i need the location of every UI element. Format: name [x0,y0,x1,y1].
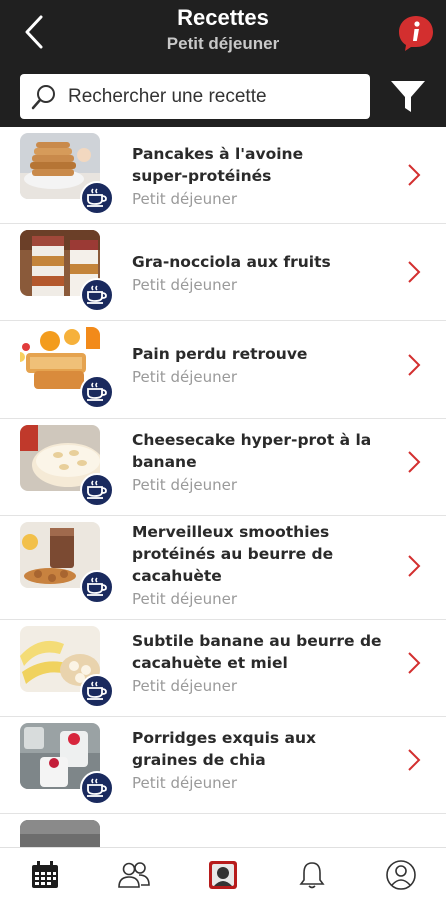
recipe-title: Subtile banane au beurre de cacahuète et … [132,632,382,672]
filter-icon [391,80,425,112]
chevron-right-icon[interactable] [404,553,424,579]
chevron-right-icon[interactable] [404,449,424,475]
breakfast-badge [80,375,114,409]
breakfast-badge [80,674,114,708]
recipe-text: Subtile banane au beurre de cacahuète et … [132,630,392,697]
user-icon [385,859,416,890]
page-subtitle: Petit déjeuner [166,34,280,53]
filter-button[interactable] [385,74,431,119]
list-item[interactable]: Merveilleux smoothies protéinés au beurre… [0,516,446,620]
coffee-cup-icon [87,188,107,207]
recipe-category: Petit déjeuner [132,368,237,386]
recipe-category: Petit déjeuner [132,276,237,294]
recipe-title: Gra-nocciola aux fruits [132,253,331,271]
bell-icon [298,861,325,888]
search-bar [20,74,370,119]
logo-icon [208,860,237,889]
list-item[interactable] [0,814,446,847]
recipe-title: Pain perdu retrouve [132,345,308,363]
recipe-category: Petit déjeuner [132,476,237,494]
breakfast-badge [80,570,114,604]
tab-home[interactable] [178,848,267,900]
recipe-category: Petit déjeuner [132,677,237,695]
recipe-category: Petit déjeuner [132,590,237,608]
coffee-cup-icon [87,285,107,304]
chevron-right-icon[interactable] [404,259,424,285]
coffee-cup-icon [87,480,107,499]
recipe-text: Gra-nocciola aux fruits Petit déjeuner [132,251,392,296]
info-icon [399,16,433,51]
recipe-category: Petit déjeuner [132,190,237,208]
coffee-cup-icon [87,382,107,401]
recipe-list: Pancakes à l'avoine super-protéinés Petit… [0,127,446,847]
calendar-icon [31,860,58,888]
bottom-navigation [0,847,446,900]
list-item[interactable]: Pancakes à l'avoine super-protéinés Petit… [0,127,446,224]
breakfast-badge [80,278,114,312]
recipe-title: Porridges exquis aux graines de chia [132,729,317,769]
page-title: Recettes [177,5,269,30]
tab-notifications[interactable] [267,848,356,900]
list-item[interactable]: Subtile banane au beurre de cacahuète et … [0,620,446,717]
recipe-text: Merveilleux smoothies protéinés au beurre… [132,521,392,610]
search-icon [20,74,68,119]
recipe-text: Pain perdu retrouve Petit déjeuner [132,343,392,388]
chevron-right-icon[interactable] [404,650,424,676]
recipe-text: Porridges exquis aux graines de chia Peti… [132,727,392,794]
coffee-cup-icon [87,577,107,596]
recipe-thumbnail [20,820,100,847]
tab-profile[interactable] [356,848,445,900]
tab-community[interactable] [89,848,178,900]
recipe-text: Cheesecake hyper-prot à la banane Petit d… [132,429,392,496]
coffee-cup-icon [87,681,107,700]
info-button[interactable] [397,14,435,52]
breakfast-badge [80,473,114,507]
recipe-text: Pancakes à l'avoine super-protéinés Petit… [132,143,392,210]
search-input[interactable] [68,85,358,108]
list-item[interactable]: Cheesecake hyper-prot à la banane Petit d… [0,419,446,516]
coffee-cup-icon [87,778,107,797]
app-header: Recettes Petit déjeuner [0,0,446,127]
recipe-title: Cheesecake hyper-prot à la banane [132,431,372,471]
list-item[interactable]: Pain perdu retrouve Petit déjeuner [0,321,446,419]
chevron-right-icon[interactable] [404,352,424,378]
list-item[interactable]: Porridges exquis aux graines de chia Peti… [0,717,446,814]
recipe-title: Merveilleux smoothies protéinés au beurre… [132,523,334,585]
list-item[interactable]: Gra-nocciola aux fruits Petit déjeuner [0,224,446,321]
tab-calendar[interactable] [0,848,89,900]
breakfast-badge [80,181,114,215]
breakfast-badge [80,771,114,805]
chevron-right-icon[interactable] [404,747,424,773]
recipe-title: Pancakes à l'avoine super-protéinés [132,145,304,185]
people-icon [117,861,150,888]
chevron-right-icon[interactable] [404,162,424,188]
recipe-category: Petit déjeuner [132,774,237,792]
